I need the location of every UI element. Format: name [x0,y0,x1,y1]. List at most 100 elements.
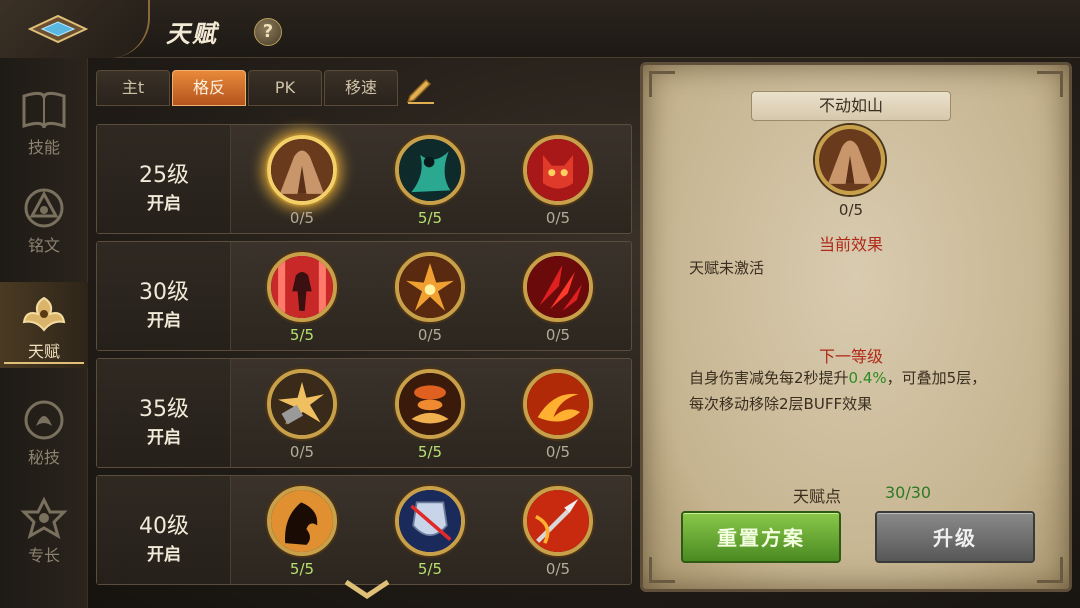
next-level-value: 0.4% [848,369,887,387]
talent-slot[interactable]: 0/5 [508,476,608,584]
talent-slot[interactable]: 0/5 [508,359,608,467]
talent-count: 5/5 [417,560,443,578]
sidebar-item-label: 技能 [27,138,60,157]
talent-slot[interactable]: 5/5 [252,476,352,584]
tier-level-label: 25级 [139,163,189,188]
header-bar: 天赋 ? [0,0,1080,58]
talent-slot[interactable]: 5/5 [380,125,480,233]
tab-pk[interactable]: PK [248,70,322,106]
talent-count: 5/5 [417,209,443,227]
sidebar-item-label: 天赋 [27,342,60,361]
mountain-icon [815,125,885,195]
sidebar-item-label: 专长 [27,546,60,565]
tier-level: 25级 开启 [97,125,231,233]
next-level-title: 下一等级 [818,347,883,366]
explosion-icon [267,369,337,439]
warrior-icon [267,252,337,322]
tier-level-label: 35级 [139,397,189,422]
sidebar-item-skills[interactable]: 技能 [0,78,88,164]
next-level-text-part: 自身伤害减免每2秒提升 [689,369,849,387]
upgrade-button[interactable]: 升级 [875,511,1035,563]
rune-icon [24,188,64,228]
current-effect-text: 天赋未激活 [689,259,765,277]
talent-count: 0/5 [289,209,315,227]
shadow-icon [267,486,337,556]
demon-face-icon [523,135,593,205]
sidebar-item-label: 秘技 [27,448,60,467]
talent-count: 5/5 [289,560,315,578]
talent-detail-panel: 不动如山 0/5 当前效果 天赋未激活 下一等级 自身伤害减免每2秒提升0.4%… [640,62,1072,592]
talent-slot[interactable]: 0/5 [508,242,608,350]
tier-open-label: 开启 [147,545,181,565]
corner-ornament [1037,71,1063,97]
fire-burst-icon [395,252,465,322]
book-icon [22,91,66,129]
mountain-icon [267,135,337,205]
corner-ornament [649,557,675,583]
pencil-icon[interactable] [404,72,436,104]
talent-slot[interactable]: 0/5 [380,242,480,350]
tier-level-label: 40级 [139,514,189,539]
talent-count: 0/5 [545,326,571,344]
tier-level-label: 30级 [139,280,189,305]
sidebar: 技能 铭文 天赋 秘技 专长 [0,58,88,608]
spear-icon [523,486,593,556]
tab-main-tank[interactable]: 主t [96,70,170,106]
next-level-text-part: ，可叠加5层， [886,369,987,387]
talent-slot[interactable]: 5/5 [252,242,352,350]
sidebar-item-talent[interactable]: 天赋 [0,282,88,368]
tier-row: 25级 开启 0/5 5/5 0/5 [96,124,632,234]
talent-count: 0/5 [545,560,571,578]
tab-move-speed[interactable]: 移速 [324,70,398,106]
talent-slot[interactable]: 0/5 [508,125,608,233]
back-button[interactable] [0,0,150,58]
talent-detail-count: 0/5 [838,201,864,219]
talent-points-value: 30/30 [885,483,932,502]
shield-icon [395,486,465,556]
talent-slot[interactable]: 5/5 [380,476,480,584]
talent-name: 不动如山 [751,91,951,121]
flame-swirl-icon [523,369,593,439]
tier-row: 30级 开启 5/5 0/5 0/5 [96,241,632,351]
sidebar-item-inscription[interactable]: 铭文 [0,176,88,262]
specialty-icon [20,496,68,540]
talent-tier-list[interactable]: 25级 开启 0/5 5/5 0/5 30级 开启 5/5 0/5 0/5 35… [96,110,634,608]
current-effect-title: 当前效果 [818,235,883,254]
tier-row: 40级 开启 5/5 5/5 0/5 [96,475,632,585]
claw-icon [523,252,593,322]
talent-points-label: 天赋点 [793,487,842,506]
talent-icon [22,296,66,332]
talent-count: 0/5 [545,209,571,227]
talent-slot[interactable]: 5/5 [380,359,480,467]
sidebar-item-secret[interactable]: 秘技 [0,388,88,474]
back-arrow-icon [28,14,88,44]
chevron-down-icon[interactable] [342,578,392,602]
corner-ornament [649,71,675,97]
page-title: 天赋 [166,20,218,48]
tab-block-counter[interactable]: 格反 [172,70,246,106]
tier-row: 35级 开启 0/5 5/5 0/5 [96,358,632,468]
tier-level: 30级 开启 [97,242,231,350]
talent-count: 5/5 [289,326,315,344]
talent-slot[interactable]: 0/5 [252,125,352,233]
talent-screen: 天赋 ? 技能 铭文 天赋 秘技 专长 主t 格反 PK 移速 25级 开启 0… [0,0,1080,608]
vortex-icon [395,369,465,439]
help-button[interactable]: ? [254,18,282,46]
tier-open-label: 开启 [147,311,181,331]
talent-count: 0/5 [289,443,315,461]
talent-count: 0/5 [417,326,443,344]
corner-ornament [1037,557,1063,583]
talent-count: 5/5 [417,443,443,461]
next-level-text-part: 每次移动移除2层BUFF效果 [689,395,873,413]
secret-icon [24,400,64,440]
tier-level: 40级 开启 [97,476,231,584]
tier-open-label: 开启 [147,428,181,448]
talent-count: 0/5 [545,443,571,461]
tier-level: 35级 开启 [97,359,231,467]
next-level-text: 自身伤害减免每2秒提升0.4%，可叠加5层， 每次移动移除2层BUFF效果 [689,365,1049,417]
sidebar-item-specialty[interactable]: 专长 [0,486,88,572]
tier-open-label: 开启 [147,194,181,214]
talent-slot[interactable]: 0/5 [252,359,352,467]
reset-plan-button[interactable]: 重置方案 [681,511,841,563]
figure-icon [395,135,465,205]
